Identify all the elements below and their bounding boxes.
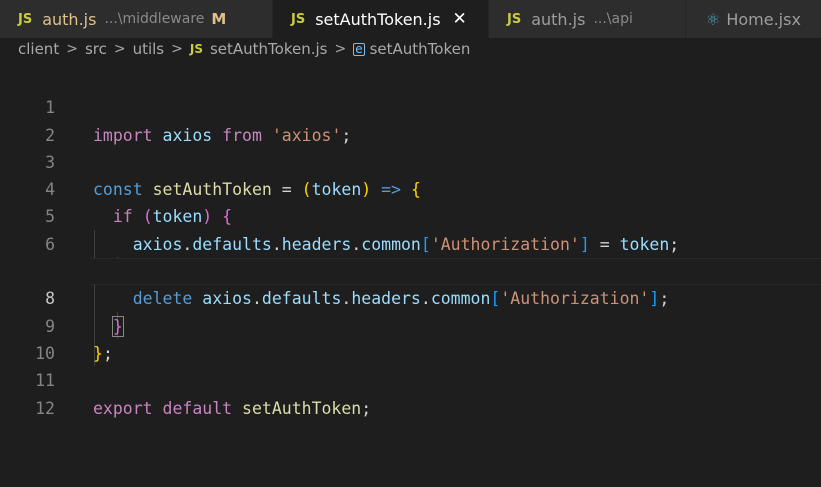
tab-label: Home.jsx <box>726 9 801 29</box>
chevron-right-icon: > <box>171 41 183 57</box>
react-icon: ⚛ <box>706 9 721 29</box>
breadcrumb-client[interactable]: client <box>18 40 59 58</box>
code-line: 9 }; <box>0 285 821 363</box>
tab-description: ...\middleware <box>104 11 205 27</box>
close-icon[interactable]: ✕ <box>453 9 467 29</box>
code-editor[interactable]: 1 import axios from 'axios'; 2 3 const s… <box>0 67 821 418</box>
chevron-right-icon: > <box>66 41 78 57</box>
tab-home-jsx[interactable]: ⚛ Home.jsx <box>686 0 821 38</box>
code-line: 12 <box>0 367 821 418</box>
breadcrumb-src[interactable]: src <box>85 40 107 58</box>
breadcrumb: client > src > utils > JS setAuthToken.j… <box>0 38 821 60</box>
code-line: 2 <box>0 94 821 145</box>
code-line: 7 delete axios.defaults.headers.common['… <box>0 231 821 308</box>
breadcrumb-utils[interactable]: utils <box>133 40 165 58</box>
current-line: 8 } <box>0 258 821 337</box>
js-file-icon: JS <box>291 11 306 27</box>
line-number: 12 <box>35 398 55 418</box>
code-line: 4 if (token) { <box>0 149 821 226</box>
js-file-icon: JS <box>18 11 33 27</box>
code-line: 1 import axios from 'axios'; <box>0 67 821 144</box>
modified-badge: M <box>211 10 227 28</box>
breadcrumb-file[interactable]: setAuthToken.js <box>210 40 328 58</box>
breadcrumb-symbol[interactable]: setAuthToken <box>370 40 471 58</box>
code-line: 3 const setAuthToken = (token) => { <box>0 122 821 199</box>
js-file-icon: JS <box>507 11 522 27</box>
chevron-right-icon: > <box>113 41 126 57</box>
tab-description: ...\api <box>593 11 633 27</box>
code-line: 11 export default setAuthToken; <box>0 340 821 417</box>
tab-label: auth.js <box>531 9 586 29</box>
code-line: 5 axios.defaults.headers.common['Authori… <box>0 176 821 253</box>
tab-auth-middleware[interactable]: JS auth.js ...\middleware M <box>0 0 273 38</box>
tab-bar: JS auth.js ...\middleware M JS setAuthTo… <box>0 0 821 38</box>
tab-auth-api[interactable]: JS auth.js ...\api <box>489 0 686 38</box>
tab-label: auth.js <box>42 9 97 29</box>
code-line: 10 <box>0 313 821 363</box>
chevron-right-icon: > <box>334 41 347 57</box>
code-line: 6 } else { <box>0 203 821 283</box>
tab-setauthtoken[interactable]: JS setAuthToken.js ✕ <box>273 0 489 38</box>
tab-label: setAuthToken.js <box>315 9 441 29</box>
symbol-variable-icon: e <box>353 41 365 56</box>
js-file-icon: JS <box>189 42 203 56</box>
